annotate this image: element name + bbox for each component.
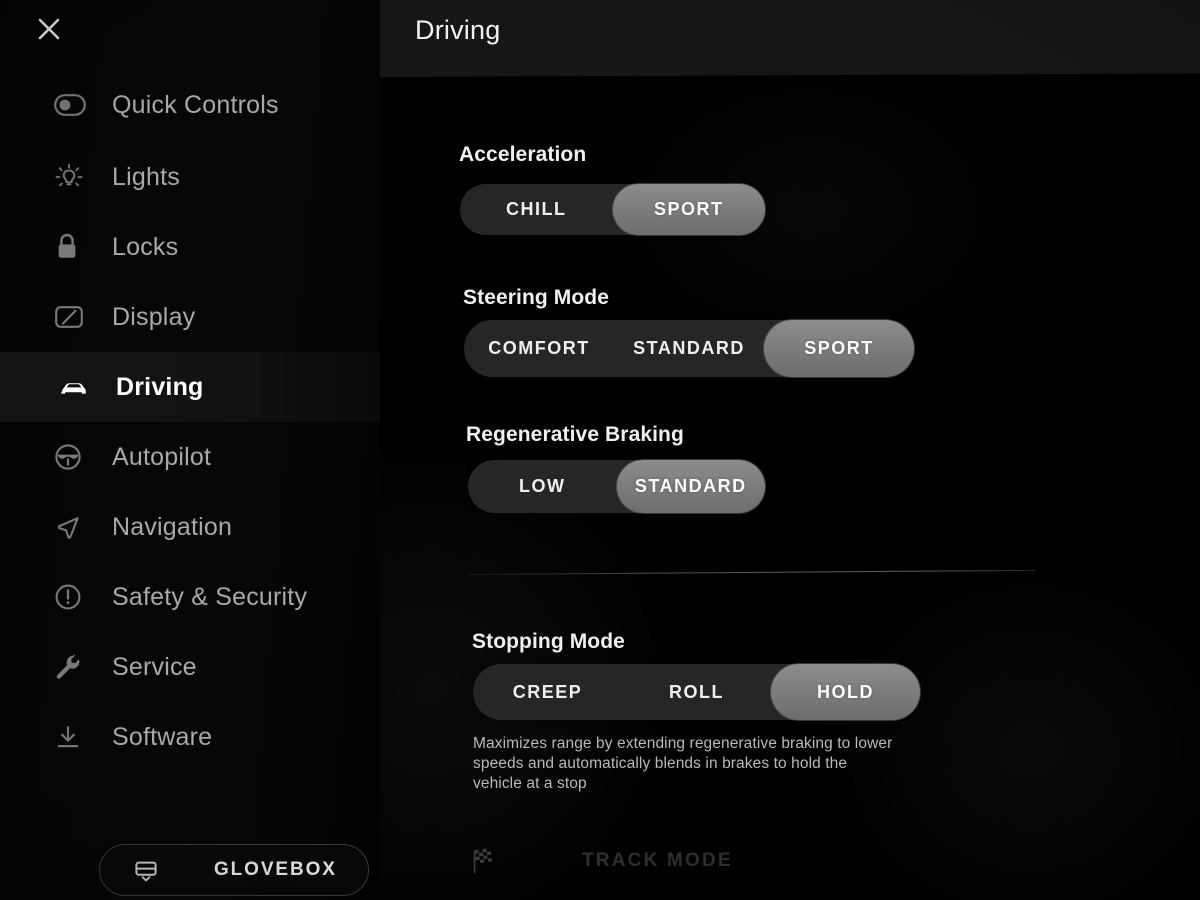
display-icon <box>54 300 94 334</box>
toggle-switch-icon <box>54 88 94 122</box>
stopping-mode-description: Maximizes range by extending regenerativ… <box>473 735 893 792</box>
settings-panel: Acceleration CHILL SPORT Steering Mode C… <box>378 77 1200 900</box>
sidebar-item-display[interactable]: Display <box>0 282 380 352</box>
sidebar-item-label: Locks <box>112 232 179 261</box>
sidebar-item-autopilot[interactable]: Autopilot <box>0 422 380 492</box>
glovebox-label: GLOVEBOX <box>214 859 337 880</box>
sidebar-item-label: Software <box>112 722 213 751</box>
close-button[interactable] <box>33 13 65 45</box>
stopping-mode-option-creep[interactable]: CREEP <box>473 664 622 720</box>
steering-wheel-icon <box>54 440 94 474</box>
steering-mode-option-standard[interactable]: STANDARD <box>614 320 764 377</box>
sidebar-item-safety-security[interactable]: Safety & Security <box>0 562 380 632</box>
section-title-acceleration: Acceleration <box>459 143 587 166</box>
track-mode-row[interactable]: TRACK MODE <box>468 837 888 885</box>
tesla-touchscreen: Driving Quick Controls Lights Locks Disp… <box>0 0 1200 900</box>
sidebar-item-label: Quick Controls <box>112 90 279 119</box>
sidebar-item-label: Navigation <box>112 512 233 541</box>
stopping-mode-option-roll[interactable]: ROLL <box>622 664 771 720</box>
car-front-icon <box>58 370 98 404</box>
acceleration-toggle[interactable]: CHILL SPORT <box>460 184 765 235</box>
regenerative-braking-option-standard[interactable]: STANDARD <box>616 460 765 513</box>
close-x-icon <box>36 16 62 42</box>
sidebar-item-locks[interactable]: Locks <box>0 212 380 282</box>
steering-mode-toggle[interactable]: COMFORT STANDARD SPORT <box>464 320 914 377</box>
regenerative-braking-toggle[interactable]: LOW STANDARD <box>468 460 765 513</box>
sidebar-item-driving[interactable]: Driving <box>0 352 380 422</box>
sidebar-item-label: Driving <box>116 372 204 401</box>
lightbulb-icon <box>54 160 94 194</box>
steering-mode-option-sport[interactable]: SPORT <box>764 320 914 377</box>
page-title: Driving <box>415 15 501 45</box>
navigation-arrow-icon <box>54 510 94 544</box>
sidebar-item-quick-controls[interactable]: Quick Controls <box>0 68 380 142</box>
glovebox-button[interactable]: GLOVEBOX <box>99 844 369 896</box>
sidebar: Quick Controls Lights Locks Display Driv… <box>0 0 380 900</box>
regenerative-braking-option-low[interactable]: LOW <box>468 460 617 513</box>
steering-mode-option-comfort[interactable]: COMFORT <box>464 320 614 377</box>
sidebar-item-software[interactable]: Software <box>0 702 380 772</box>
sidebar-item-lights[interactable]: Lights <box>0 142 380 212</box>
section-title-steering-mode: Steering Mode <box>463 286 609 309</box>
sidebar-item-label: Display <box>112 302 196 331</box>
checkered-flag-icon <box>468 847 504 875</box>
wrench-icon <box>54 650 94 684</box>
padlock-icon <box>54 230 94 264</box>
alert-circle-icon <box>54 580 94 614</box>
sidebar-item-label: Service <box>112 652 197 681</box>
sidebar-item-service[interactable]: Service <box>0 632 380 702</box>
acceleration-option-sport[interactable]: SPORT <box>612 184 765 235</box>
sidebar-nav: Quick Controls Lights Locks Display Driv… <box>0 68 380 772</box>
download-icon <box>54 720 94 754</box>
stopping-mode-option-hold[interactable]: HOLD <box>771 664 920 720</box>
sidebar-item-navigation[interactable]: Navigation <box>0 492 380 562</box>
sidebar-item-label: Safety & Security <box>112 582 308 611</box>
section-title-regenerative-braking: Regenerative Braking <box>466 423 684 446</box>
acceleration-option-chill[interactable]: CHILL <box>460 184 613 235</box>
stopping-mode-toggle[interactable]: CREEP ROLL HOLD <box>473 664 920 720</box>
section-title-stopping-mode: Stopping Mode <box>472 630 625 653</box>
sidebar-item-label: Autopilot <box>112 442 212 471</box>
sidebar-item-label: Lights <box>112 162 180 191</box>
section-divider <box>467 569 1035 576</box>
track-mode-label: TRACK MODE <box>582 850 733 871</box>
header-bar <box>378 0 1200 78</box>
glovebox-icon <box>131 855 161 885</box>
